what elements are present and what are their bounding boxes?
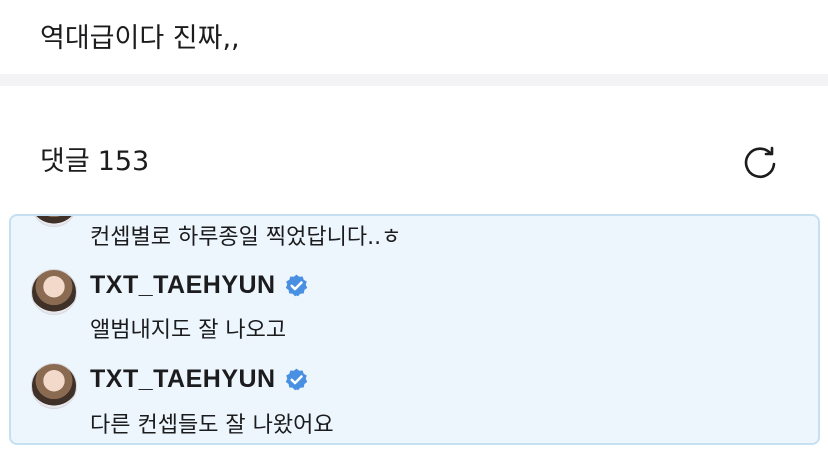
comments-count: 153	[97, 146, 150, 177]
refresh-button[interactable]	[737, 141, 783, 183]
refresh-icon	[744, 146, 776, 179]
comment-username[interactable]: TXT_TAEHYUN	[90, 270, 309, 300]
verified-badge-icon	[284, 367, 309, 392]
artist-comment-thread[interactable]: 컨셉별로 하루종일 찍었답니다..ㅎ TXT_TAEHYUN 앨범내지도 잘 나…	[9, 214, 820, 445]
avatar[interactable]	[31, 269, 77, 315]
username-text: TXT_TAEHYUN	[90, 365, 276, 393]
avatar[interactable]	[31, 363, 77, 409]
comment-text: 컨셉별로 하루종일 찍었답니다..ㅎ	[90, 225, 402, 250]
post-body-text: 역대급이다 진짜,,	[40, 23, 240, 54]
weverse-comment-screen: 역대급이다 진짜,, 댓글 153 컨셉별로 하루종일 찍었답니다..ㅎ TXT_…	[0, 0, 828, 455]
avatar[interactable]	[31, 216, 77, 227]
comments-title: 댓글 153	[40, 145, 149, 179]
comment-text: 다른 컨셉들도 잘 나왔어요	[90, 413, 334, 438]
username-text: TXT_TAEHYUN	[90, 271, 276, 299]
verified-badge-icon	[284, 273, 309, 298]
section-divider	[0, 74, 828, 86]
comments-header: 댓글 153	[0, 130, 828, 194]
comment-text: 앨범내지도 잘 나오고	[90, 318, 287, 343]
comment-username[interactable]: TXT_TAEHYUN	[90, 364, 309, 394]
comments-label: 댓글	[40, 146, 90, 177]
